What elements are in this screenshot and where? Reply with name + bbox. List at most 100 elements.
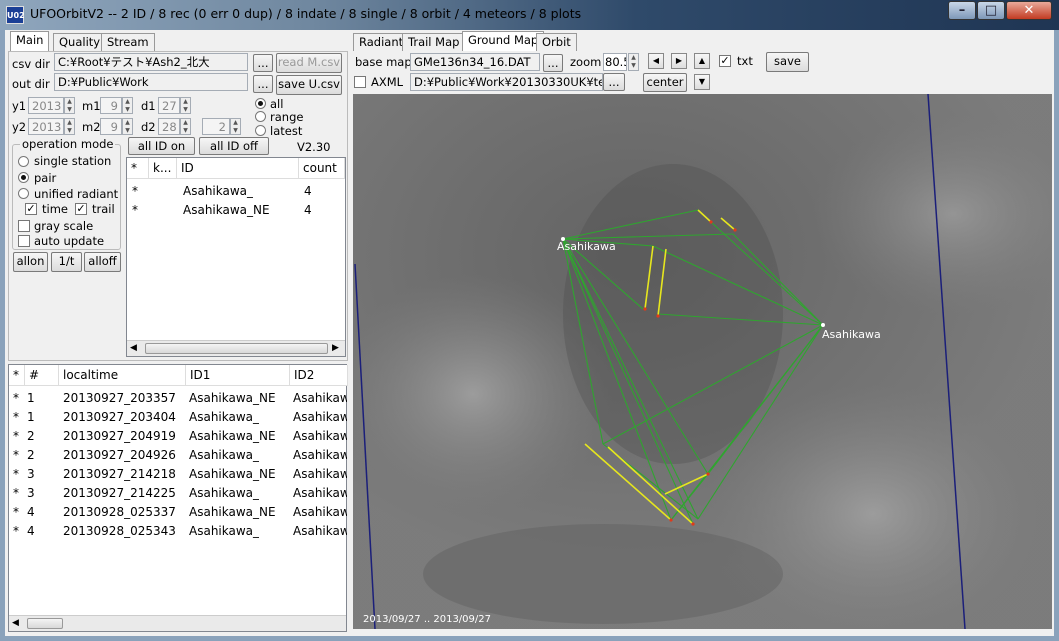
save-ucsv-button[interactable]: save U.csv [276,75,342,95]
extra-field[interactable]: 2 [202,118,230,135]
read-mcsv-button[interactable]: read M.csv [276,53,342,73]
center-button[interactable]: center [643,73,687,92]
base-map-field[interactable]: GMe136n34_16.DAT [410,53,540,71]
time-label: time [42,202,68,216]
scroll-left-icon[interactable]: ◀ [12,618,19,628]
station-a-label: Asahikawa [557,240,616,253]
record-localtime[interactable]: 20130927_214225 [63,486,176,500]
id-list[interactable]: * k... ID count * Asahikawa_ 4 * Asahika… [126,157,346,357]
record-localtime[interactable]: 20130928_025337 [63,505,176,519]
axml-browse-button[interactable]: ... [603,73,625,91]
range-all-radio[interactable] [255,98,266,109]
alloff-button[interactable]: alloff [84,252,121,272]
y2-spinner[interactable]: ▲ ▼ [64,118,75,135]
all-id-on-button[interactable]: all ID on [128,137,195,155]
mode-pair-radio[interactable] [18,172,29,183]
rec-col-id2-header[interactable]: ID2 [290,365,348,386]
scroll-left-icon[interactable]: ◀ [130,343,137,353]
allon-button[interactable]: allon [13,252,48,272]
m2-field[interactable]: 9 [100,118,122,135]
maximize-button[interactable]: □ [977,1,1005,20]
d2-spinner[interactable]: ▲ ▼ [180,118,191,135]
range-latest-radio[interactable] [255,125,266,136]
zoom-spinner[interactable]: ▲ ▼ [628,53,639,71]
id-col-count-header[interactable]: count [299,158,345,179]
id-col-id-header[interactable]: ID [177,158,299,179]
out-dir-browse-button[interactable]: ... [253,75,273,93]
tab-trail-map[interactable]: Trail Map [402,33,466,51]
tab-orbit[interactable]: Orbit [536,33,577,51]
close-button[interactable]: ✕ [1006,1,1052,20]
record-localtime[interactable]: 20130927_204926 [63,448,176,462]
rec-col-star-header[interactable]: * [9,365,25,386]
records-hscrollbar[interactable]: ◀ [9,615,346,631]
auto-update-checkbox[interactable] [18,235,30,247]
d2-field[interactable]: 28 [158,118,180,135]
csv-dir-browse-button[interactable]: ... [253,54,273,72]
mode-single-radio[interactable] [18,156,29,167]
ground-map[interactable]: Asahikawa Asahikawa 2013/09/27 .. 2013/0… [353,94,1052,629]
m1-spinner[interactable]: ▲ ▼ [122,97,133,114]
y1-spinner[interactable]: ▲ ▼ [64,97,75,114]
record-localtime[interactable]: 20130927_203404 [63,410,176,424]
rec-col-id1-header[interactable]: ID1 [186,365,290,386]
m1-label: m1 [82,99,101,113]
record-star: * [13,410,19,424]
pan-down-icon[interactable]: ▼ [694,74,710,90]
id-list-scroll-thumb[interactable] [145,343,328,354]
tab-stream[interactable]: Stream [101,33,155,51]
app-icon: U02 [6,6,25,24]
records-scroll-thumb[interactable] [27,618,63,629]
ground-map-canvas[interactable]: Asahikawa Asahikawa 2013/09/27 .. 2013/0… [353,94,1052,629]
d1-spinner[interactable]: ▲ ▼ [180,97,191,114]
base-map-browse-button[interactable]: ... [543,54,563,72]
tab-ground-map[interactable]: Ground Map [462,31,545,51]
txt-checkbox[interactable]: ✓ [719,55,731,67]
time-checkbox[interactable]: ✓ [25,203,37,215]
records-list[interactable]: * # localtime ID1 ID2 * 1 20130927_203357 A… [8,364,348,632]
id-col-k-header[interactable]: k... [149,158,177,179]
all-id-off-button[interactable]: all ID off [199,137,269,155]
record-localtime[interactable]: 20130928_025343 [63,524,176,538]
tab-radiant[interactable]: Radiant [353,33,410,51]
id-list-hscrollbar[interactable]: ◀ ▶ [127,340,345,356]
zoom-field[interactable]: 80.5 [603,53,627,71]
mode-unified-radio[interactable] [18,188,29,199]
axml-path-field[interactable]: D:¥Public¥Work¥20130330UK¥testcs [410,73,603,91]
rec-col-localtime-header[interactable]: localtime [59,365,186,386]
y1-field[interactable]: 2013 [28,97,64,114]
pan-right-icon[interactable]: ▶ [671,53,687,69]
m2-spinner[interactable]: ▲ ▼ [122,118,133,135]
range-range-label: range [270,110,304,124]
record-localtime[interactable]: 20130927_203357 [63,391,176,405]
out-dir-field[interactable]: D:¥Public¥Work [54,73,248,91]
one-t-button[interactable]: 1/t [51,252,82,272]
record-star: * [13,467,19,481]
save-button[interactable]: save [766,52,809,72]
tab-quality[interactable]: Quality [53,33,107,51]
extra-spinner[interactable]: ▲ ▼ [230,118,241,135]
id-row-id[interactable]: Asahikawa_NE [183,203,270,217]
date-range-label: 2013/09/27 .. 2013/09/27 [363,614,491,625]
rec-col-num-header[interactable]: # [25,365,59,386]
tab-main[interactable]: Main [10,31,50,51]
scroll-right-icon[interactable]: ▶ [332,343,339,353]
minimize-button[interactable]: – [948,1,976,20]
range-range-radio[interactable] [255,111,266,122]
meteor-end [643,307,647,311]
pan-left-icon[interactable]: ◀ [648,53,664,69]
gray-scale-checkbox[interactable] [18,220,30,232]
d1-field[interactable]: 27 [158,97,180,114]
axml-checkbox[interactable] [354,76,366,88]
record-star: * [13,486,19,500]
y2-field[interactable]: 2013 [28,118,64,135]
record-localtime[interactable]: 20130927_214218 [63,467,176,481]
pan-up-icon[interactable]: ▲ [694,53,710,69]
d2-label: d2 [141,120,156,134]
m1-field[interactable]: 9 [100,97,122,114]
id-row-id[interactable]: Asahikawa_ [183,184,253,198]
csv-dir-field[interactable]: C:¥Root¥テスト¥Ash2_北大 [54,53,248,71]
record-localtime[interactable]: 20130927_204919 [63,429,176,443]
trail-checkbox[interactable]: ✓ [75,203,87,215]
id-col-star-header[interactable]: * [127,158,149,179]
